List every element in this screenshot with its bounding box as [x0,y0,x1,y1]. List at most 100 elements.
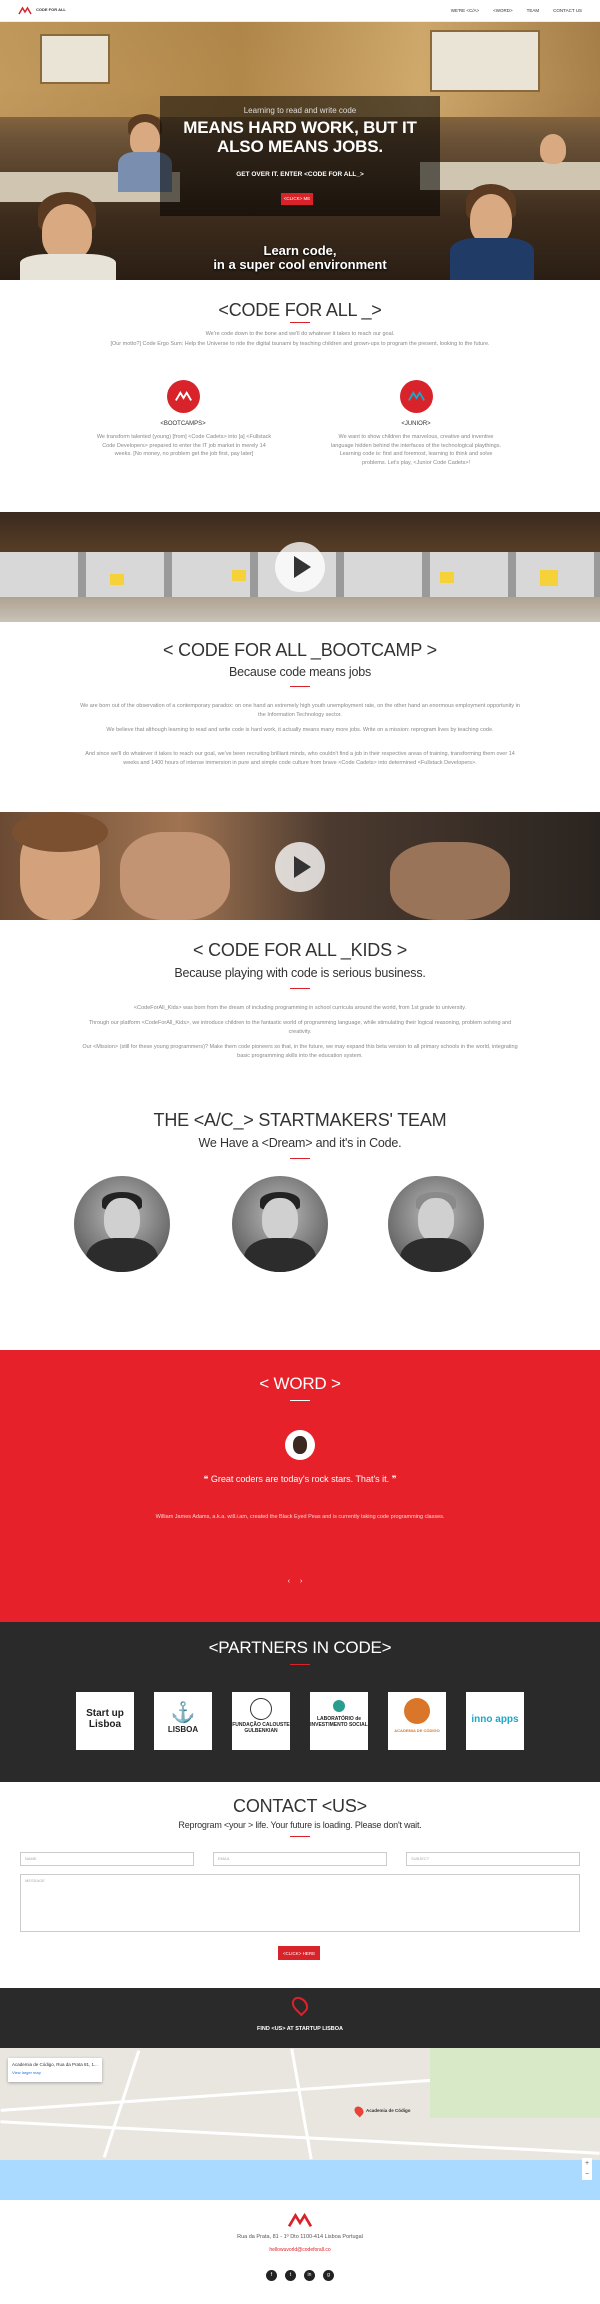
next-arrow-icon[interactable]: › [300,1578,312,1585]
lab-logo-icon [333,1700,345,1712]
hero-bottom-line1: Learn code, [263,243,337,258]
message-field[interactable]: MESSAGE [20,1874,580,1932]
gulbenkian-seal-icon [250,1698,272,1720]
map-marker-icon[interactable] [352,2104,366,2118]
bootcamp-video[interactable] [0,512,600,622]
bootcamps-logo-icon [175,390,192,401]
title-divider [290,322,310,323]
member-face [104,1198,140,1242]
hero-click-me-button[interactable]: <CLICK> ME [281,193,313,205]
map-park [430,2048,600,2118]
hero-headline: MEANS HARD WORK, BUT IT ALSO MEANS JOBS. [183,118,417,156]
title-divider [290,1836,310,1837]
title-divider [290,1664,310,1665]
sticky-note [440,572,454,583]
bootcamp-paragraph-3: And since we'll do whatever it takes to … [85,751,515,766]
quote-close-icon: ❞ [391,1474,397,1484]
partner-name: ACADEMIA DE CÓDIGO [394,1728,440,1733]
partner-logo-lab-investimento[interactable]: LABORATÓRIO de INVESTIMENTO SOCIAL [310,1692,368,1750]
social-links: f t in g [0,2270,600,2281]
hero-section: Learning to read and write code MEANS HA… [0,22,600,280]
team-member-photo [232,1176,328,1272]
quote-author-avatar [285,1430,315,1460]
junior-logo-icon [408,390,425,401]
find-us-section: FIND <US> AT STARTUP LISBOA [0,1988,600,2048]
play-button-icon[interactable] [275,842,325,892]
subject-field[interactable]: SUBJECT [406,1852,580,1866]
child-face [390,842,510,920]
partner-name: LABORATÓRIO de INVESTIMENTO SOCIAL [310,1716,368,1728]
code-for-all-logo[interactable] [18,5,32,16]
lisboa-crest-icon: ⚓ [170,1702,196,1724]
map-zoom-controls: + − [582,2158,592,2180]
view-larger-map-link[interactable]: View larger map [12,2070,98,2075]
sticky-note [540,570,558,586]
contact-title: CONTACT <US> [233,1796,367,1816]
word-title: < WORD > [259,1374,341,1393]
google-map[interactable]: Academia de Código, Rua da Prata 81, 1..… [0,2048,600,2200]
title-divider [290,1158,310,1159]
footer-logo [287,2212,313,2228]
kids-paragraph-1: <CodeForAll_Kids> was born from the drea… [133,1005,467,1011]
google-plus-icon[interactable]: g [323,2270,334,2281]
nav-item-word[interactable]: <WORD> [493,8,513,13]
partner-logo-innoapps[interactable]: inno apps [466,1692,524,1750]
footer-email-link[interactable]: hellowuvorld@codeforall.co [0,2247,600,2253]
member-body [244,1238,316,1272]
wall-board [430,30,540,92]
team-member-photo [74,1176,170,1272]
kids-paragraph-2: Through our platform <CodeForAll_Kids>, … [88,1020,512,1035]
bootcamp-paragraph-2: We believe that although learning to rea… [106,727,494,733]
facebook-icon[interactable]: f [266,2270,277,2281]
prev-arrow-icon[interactable]: ‹ [288,1578,300,1585]
junior-badge [400,380,433,413]
partner-logo-lisboa[interactable]: ⚓ LISBOA [154,1692,212,1750]
partner-name: inno apps [471,1714,519,1725]
child-face [120,832,230,920]
map-marker-label: Academia de Código [366,2108,411,2113]
map-road [290,2048,313,2160]
bootcamp-subtitle: Because code means jobs [228,665,372,679]
team-title: THE <A/C_> STARTMAKERS' TEAM [153,1110,447,1130]
bootcamps-label: <BOOTCAMPS> [160,421,206,427]
partner-logo-gulbenkian[interactable]: FUNDAÇÃO CALOUSTE GULBENKIAN [232,1692,290,1750]
name-field[interactable]: NAME [20,1852,194,1866]
about-paragraph-1: We're code down to the bone and we'll do… [205,331,395,337]
footer-address: Rua da Prata, 81 - 1º Dto 1100-414 Lisbo… [237,2234,363,2240]
twitter-icon[interactable]: t [285,2270,296,2281]
team-member-photo [388,1176,484,1272]
bootcamp-title: < CODE FOR ALL _BOOTCAMP > [163,640,437,660]
nav-item-team[interactable]: TEAM [527,8,540,13]
hero-bottom-text: Learn code, in a super cool environment [0,244,600,272]
globe-icon [404,1698,430,1724]
map-river [0,2160,600,2200]
quote-author: William James Adams, a.k.a. will.i.am, c… [155,1514,445,1520]
kids-video[interactable] [0,812,600,920]
team-subtitle: We Have a <Dream> and it's in Code. [198,1136,402,1150]
nav-item-contact[interactable]: CONTACT US [553,8,582,13]
sticky-note [232,570,246,581]
bootcamps-text: We transform talented (young) [from] <Co… [96,434,272,457]
zoom-in-button[interactable]: + [582,2158,592,2169]
member-face [262,1198,298,1242]
location-pin-icon [288,1993,312,2017]
nav-item-about[interactable]: WE'RE <C/A> [451,8,479,13]
partner-logo-startup-lisboa[interactable]: Start up Lisboa [76,1692,134,1750]
partner-name: LISBOA [167,1725,199,1734]
title-divider [290,686,310,687]
kids-subtitle: Because playing with code is serious bus… [174,966,426,980]
partner-logo-academia[interactable]: ACADEMIA DE CÓDIGO [388,1692,446,1750]
email-field[interactable]: EMAIL [213,1852,387,1866]
student [540,134,566,164]
play-button-icon[interactable] [275,542,325,592]
send-button[interactable]: <CLICK> HERE [278,1946,320,1960]
slider-arrows: ‹› [0,1578,600,1585]
quote-text: ❝ Great coders are today's rock stars. T… [0,1474,600,1485]
zoom-out-button[interactable]: − [582,2169,592,2180]
student [470,194,512,244]
member-body [86,1238,158,1272]
linkedin-icon[interactable]: in [304,2270,315,2281]
word-section: < WORD > ❝ Great coders are today's rock… [0,1350,600,1622]
member-face [418,1198,454,1242]
partner-name: FUNDAÇÃO CALOUSTE GULBENKIAN [232,1722,290,1734]
